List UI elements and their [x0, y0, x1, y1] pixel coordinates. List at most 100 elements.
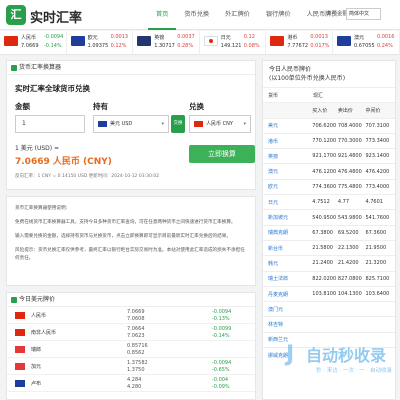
currency-name: 南非人民币	[31, 330, 57, 336]
table-row[interactable]: 美元 706.6200 708.4000 707.3100	[263, 117, 395, 133]
column-header: 卖出价	[337, 107, 353, 114]
currency-cell: 韩元	[268, 260, 279, 267]
table-row[interactable]: 林吉特	[263, 316, 395, 331]
description-paragraph: 输入需要兑换的金额，选择持有货币与兑换货币，点击立即换算即可显示目前最新实时汇率…	[15, 234, 231, 239]
rate-cell: 67.3800	[312, 229, 333, 236]
currency-cell: 港币	[268, 138, 279, 145]
table-row[interactable]: 新加坡元 540.9500 543.9800 541.7600	[263, 209, 395, 224]
rate-cell: 774.3600	[312, 183, 337, 190]
today-usd-header: 今日美元牌价	[7, 293, 255, 307]
table-row[interactable]: 英镑 921.1700 921.4800 923.1400	[263, 148, 395, 163]
nav-currency-exchange[interactable]: 货币兑换	[176, 0, 217, 30]
table-row[interactable]: 澳元 476.1200 476.4800 476.4200	[263, 163, 395, 178]
from-currency-select[interactable]: 美元 USD ▾	[93, 115, 169, 133]
description-paragraph: 免费在线货币汇率换算器工具，支持今日多种货币汇率查询，可在任意两种货币之间快速进…	[15, 220, 236, 225]
flag-icon	[336, 36, 351, 46]
rate-cell: 476.4800	[337, 168, 362, 175]
rate-cell: 921.1700	[312, 153, 337, 160]
site-name[interactable]: 实时汇率	[30, 7, 82, 26]
ticker-item-jpy[interactable]: 日元 149.121 0.12 0.08%	[200, 31, 267, 55]
amount-input[interactable]: 1	[15, 115, 85, 133]
rate-cell: 21.4200	[337, 260, 359, 267]
table-row[interactable]: 港币 770.1200 770.3000 773.3400	[263, 132, 395, 148]
rate-cell: 707.3100	[365, 122, 390, 129]
ticker-rate: 1.09375	[87, 43, 109, 49]
list-item[interactable]: 卢布 4.284 4.280 -0.004 -0.09%	[7, 375, 255, 392]
table-subheader: 买入价 卖出价 中间价	[263, 102, 395, 118]
ticker-item-gbp[interactable]: 英镑 1.30717 0.0037 0.28%	[133, 31, 200, 55]
rate-cell: 22.1300	[337, 245, 359, 252]
rate: 7.0664	[127, 326, 145, 332]
rate-secondary: 0.8562	[127, 350, 145, 356]
to-currency-select[interactable]: 人民币 CNY ▾	[189, 115, 251, 133]
rate-cell: 476.1200	[312, 168, 337, 175]
ticker-name: 英镑	[154, 35, 165, 41]
percent: -0.09%	[212, 384, 230, 390]
logo-icon[interactable]: 汇	[6, 5, 26, 25]
column-header: 买入价	[312, 107, 328, 114]
ticker-name: 港币	[287, 35, 298, 41]
table-row[interactable]: 瑞典克朗 67.3800 69.5200 67.3600	[263, 224, 395, 240]
currency-cell: 英镑	[268, 153, 279, 160]
percent: -0.65%	[212, 367, 230, 373]
ticker-change: 0.0013	[110, 34, 129, 40]
ticker-item-aud[interactable]: 澳元 0.67055 0.0016 0.24%	[333, 31, 400, 55]
chevron-down-icon: ▾	[161, 121, 164, 127]
flag-icon	[15, 312, 25, 319]
converter-panel: 货币汇率换算器 实时汇率全球货币兑换 金额 持有 兑换 1 美元 USD ▾ 交…	[6, 60, 256, 190]
ticker-percent: -0.14%	[44, 43, 62, 49]
base-amount-line: 1 美元 (USD) =	[15, 145, 60, 152]
table-row[interactable]: 日元 4.7512 4.77 4.7601	[263, 194, 395, 209]
rate-cell: 103.6400	[365, 291, 390, 297]
table-header: 货币 现汇	[263, 87, 395, 102]
amount-words-link[interactable]: 大写金额	[326, 9, 348, 17]
nav-bank-rates[interactable]: 银行牌价	[258, 0, 299, 30]
nav-forex-rates[interactable]: 外汇牌价	[217, 0, 258, 30]
ticker-item-cny[interactable]: 人民币 7.0669 -0.0094 -0.14%	[0, 31, 67, 55]
converter-panel-header: 货币汇率换算器	[7, 61, 255, 75]
flag-icon	[15, 346, 25, 353]
table-row[interactable]: 欧元 774.3600 775.4800 773.4000	[263, 178, 395, 194]
description-text: 货币汇率换算器使用说明： 免费在线货币汇率换算器工具，支持今日多种货币汇率查询，…	[7, 197, 255, 277]
rate-cell: 706.6200	[312, 122, 337, 129]
currency-cell: 欧元	[268, 184, 279, 191]
ticker-rate: 1.30717	[154, 43, 175, 49]
to-label: 兑换	[189, 102, 204, 111]
conversion-result: 7.0669 人民币 (CNY)	[15, 157, 112, 167]
change: -0.004	[212, 377, 229, 383]
table-row[interactable]: 丹麦克朗 103.8100 104.1300 103.6400	[263, 285, 395, 301]
swap-button[interactable]: 交换	[171, 115, 185, 133]
from-label: 持有	[93, 102, 108, 111]
convert-button[interactable]: 立即换算	[189, 145, 255, 163]
top-header: 汇 实时汇率 首页 货币兑换 外汇牌价 银行牌价 人民币牌价 货币代码 大写金额…	[0, 0, 400, 30]
watermark-text: 自动秒收录	[306, 346, 387, 365]
currency-cell: 美元	[268, 123, 279, 130]
language-select[interactable]: 简体中文	[346, 8, 381, 20]
ticker-change: 0.0037	[177, 34, 195, 40]
list-item[interactable]: 南非人民币 7.0664 7.0623 -0.0099 -0.14%	[7, 324, 255, 341]
currency-cell: 新加坡元	[268, 215, 289, 222]
rate-ticker: 人民币 7.0669 -0.0094 -0.14% 欧元 1.09375 0.0…	[0, 31, 400, 55]
rate-cell: 4.7601	[365, 199, 383, 206]
watermark: J 自动秒收录 秒 · 来访 · 一次 · 一 · 自动收录	[286, 340, 398, 380]
currency-name: 卢布	[31, 381, 42, 387]
ticker-percent: 0.08%	[243, 43, 260, 49]
rate-secondary: 4.280	[127, 384, 142, 390]
list-item[interactable]: 加元 1.37582 1.3750 -0.0094 -0.65%	[7, 358, 255, 375]
list-item[interactable]: 人民币 7.0669 7.0608 -0.0094 -0.13%	[7, 307, 255, 324]
ticker-item-eur[interactable]: 欧元 1.09375 0.0013 0.12%	[67, 31, 134, 55]
ticker-item-hkd[interactable]: 港币 7.77672 0.0013 0.017%	[266, 31, 333, 55]
flag-icon	[15, 329, 25, 336]
table-row[interactable]: 韩元 21.2400 21.4200 21.3200	[263, 255, 395, 270]
list-item[interactable]: 瑞郎 0.85716 0.8562	[7, 341, 255, 358]
table-row[interactable]: 瑞士法郎 822.0200 827.0800 825.7100	[263, 270, 395, 286]
watermark-logo-icon: J	[286, 342, 295, 367]
nav-home[interactable]: 首页	[148, 0, 177, 30]
currency-cell: 澳门元	[268, 306, 284, 313]
column-header: 货币	[268, 92, 279, 99]
rate-cell: 708.4000	[337, 122, 362, 129]
currency-cell: 林吉特	[268, 322, 284, 329]
rate-cell: 540.9500	[312, 214, 337, 221]
table-row[interactable]: 澳门元	[263, 301, 395, 316]
table-row[interactable]: 新台币 21.5800 22.1300 21.9500	[263, 239, 395, 255]
